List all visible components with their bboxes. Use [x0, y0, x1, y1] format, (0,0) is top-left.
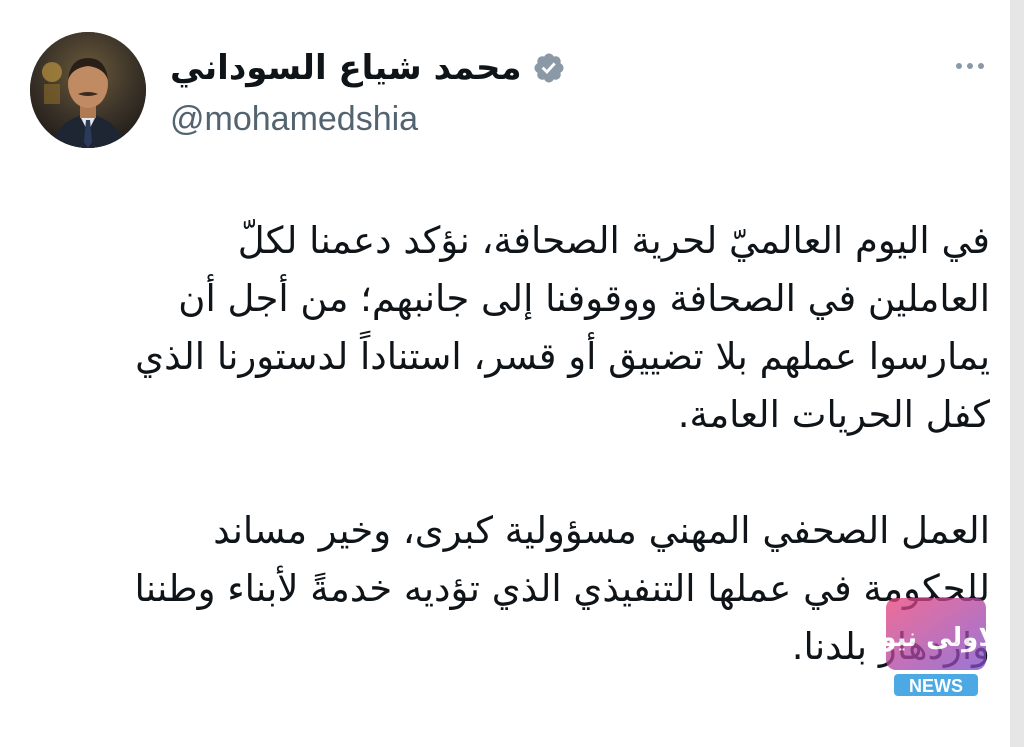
- more-options-button[interactable]: [946, 52, 994, 80]
- author-name-block: محمد شياع السوداني @mohamedshia: [170, 40, 590, 139]
- watermark-arabic: الاولى نيوز: [884, 623, 988, 653]
- tweet-paragraph-2: العمل الصحفي المهني مسؤولية كبرى، وخير م…: [134, 509, 990, 668]
- tweet-card: محمد شياع السوداني @mohamedshia في اليوم…: [0, 0, 1010, 747]
- tweet-paragraph-1: في اليوم العالميّ لحرية الصحافة، نؤكد دع…: [135, 219, 990, 436]
- watermark-latin: NEWS: [909, 676, 963, 696]
- display-name-row[interactable]: محمد شياع السوداني: [170, 40, 590, 96]
- more-horizontal-icon-dot: [978, 63, 984, 69]
- verified-badge-icon: [534, 53, 564, 83]
- author-row[interactable]: محمد شياع السوداني @mohamedshia: [30, 32, 590, 152]
- news-watermark-logo: الاولى نيوز NEWS: [863, 596, 1007, 700]
- display-name[interactable]: محمد شياع السوداني: [170, 48, 522, 88]
- more-horizontal-icon-dot: [967, 63, 973, 69]
- author-handle[interactable]: @mohamedshia: [170, 100, 590, 139]
- screen-edge-strip: [1010, 0, 1024, 747]
- avatar[interactable]: [30, 32, 146, 148]
- profile-photo-icon: [30, 32, 146, 148]
- watermark-logo-icon: الاولى نيوز NEWS: [863, 598, 1007, 696]
- tweet-text: في اليوم العالميّ لحرية الصحافة، نؤكد دع…: [40, 212, 990, 676]
- tweet-header: محمد شياع السوداني @mohamedshia: [0, 0, 1010, 160]
- more-horizontal-icon: [956, 63, 962, 69]
